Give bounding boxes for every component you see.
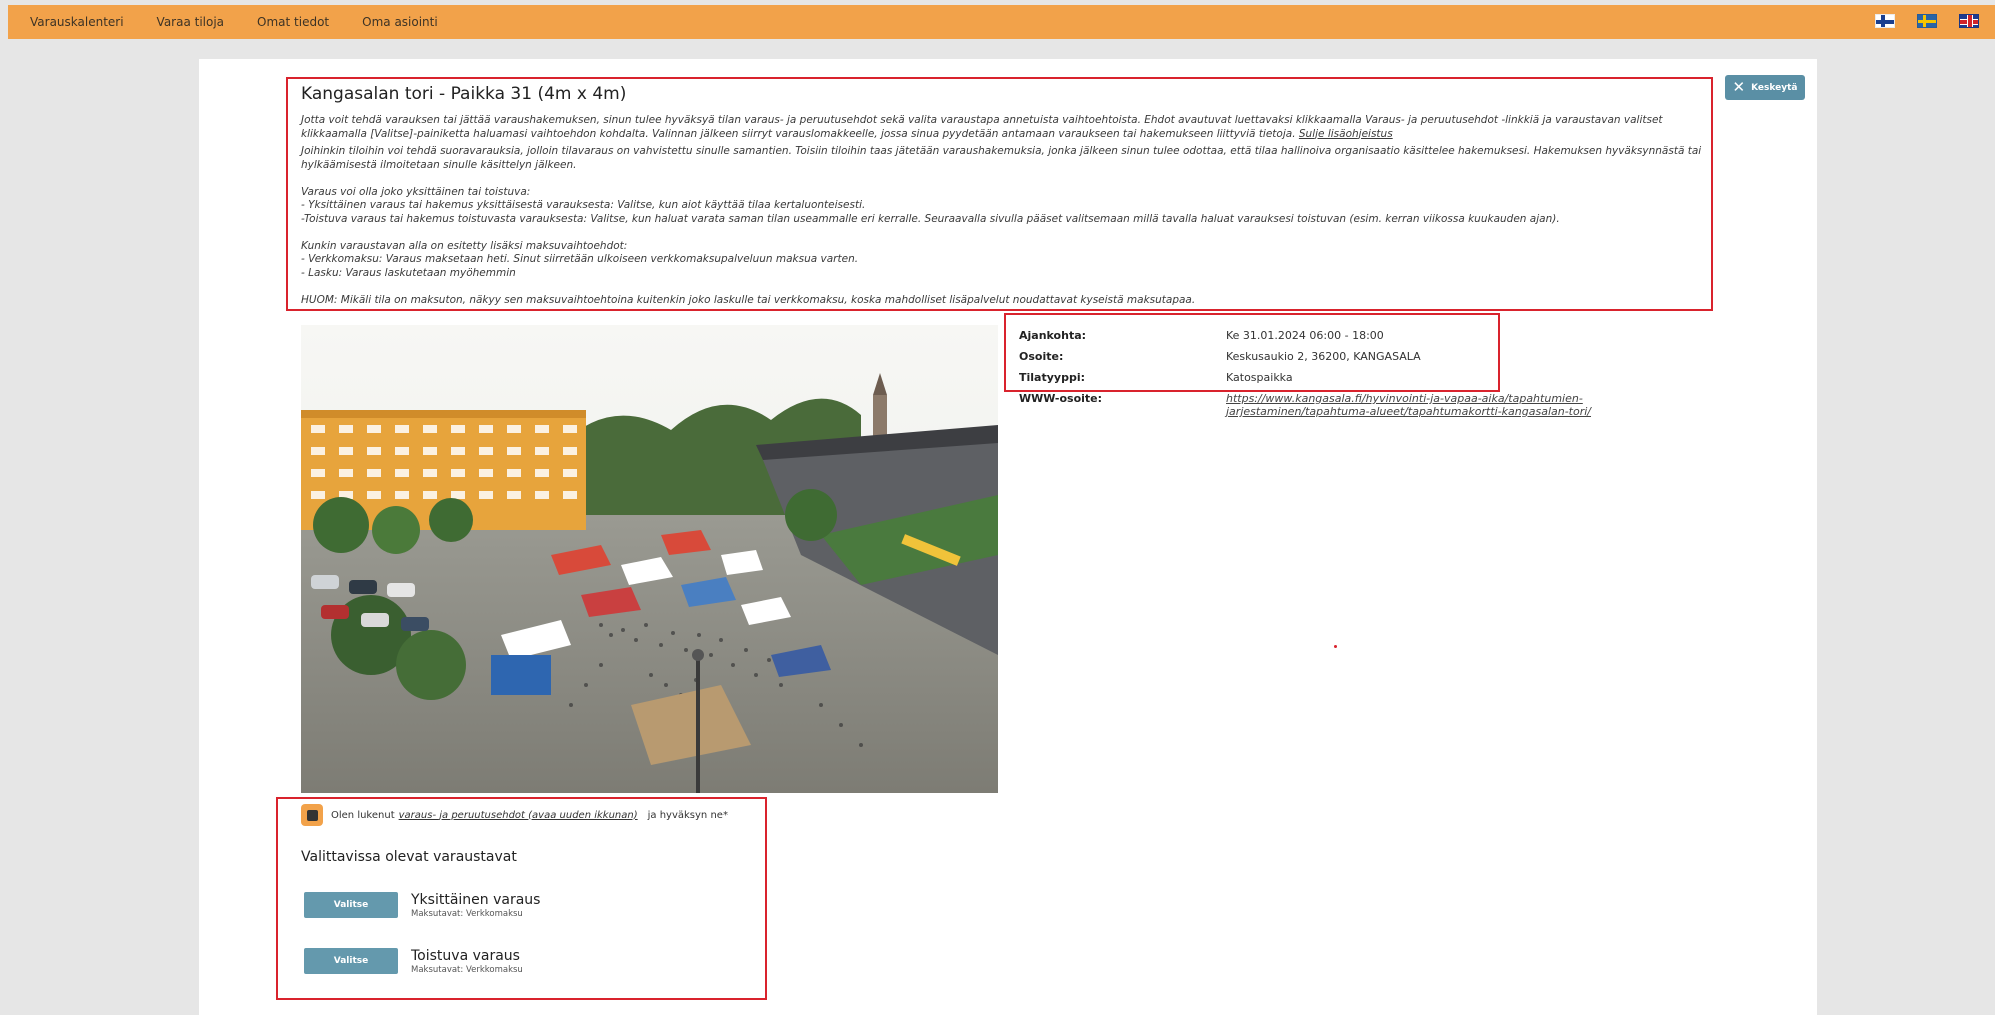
red-dot-marker	[1334, 645, 1337, 648]
instructions-paragraph: - Yksittäinen varaus tai hakemus yksittä…	[301, 199, 866, 211]
time-value: Ke 31.01.2024 06:00 - 18:00	[1226, 329, 1384, 342]
instructions-paragraph: - Verkkomaksu: Varaus maksetaan heti. Si…	[301, 253, 859, 265]
instructions-paragraph: - Lasku: Varaus laskutetaan myöhemmin	[301, 266, 516, 279]
fi-flag-icon[interactable]	[1875, 14, 1895, 28]
cancel-button[interactable]: ✕ Keskeytä	[1725, 75, 1805, 100]
terms-acceptance: Olen lukenut varaus- ja peruutusehdot (a…	[301, 804, 728, 826]
instructions-paragraph: HUOM: Mikäli tila on maksuton, näkyy sen…	[301, 293, 1196, 306]
terms-link[interactable]: varaus- ja peruutusehdot (avaa uuden ikk…	[399, 810, 638, 821]
cancel-button-label: Keskeytä	[1751, 82, 1798, 93]
type-value: Katospaikka	[1226, 371, 1293, 384]
type-label: Tilatyyppi:	[1019, 371, 1085, 384]
address-value: Keskusaukio 2, 36200, KANGASALA	[1226, 350, 1421, 363]
top-navigation-bar: Varauskalenteri Varaa tiloja Omat tiedot…	[8, 5, 1995, 39]
instructions-paragraph: -Toistuva varaus tai hakemus toistuvasta…	[301, 212, 1560, 225]
main-nav: Varauskalenteri Varaa tiloja Omat tiedot…	[30, 5, 471, 39]
sv-flag-icon[interactable]	[1917, 14, 1937, 28]
nav-item-omat-tiedot[interactable]: Omat tiedot	[257, 15, 329, 29]
instructions-paragraph: Kunkin varaustavan alla on esitetty lisä…	[301, 239, 628, 252]
instructions-paragraph: Jotta voit tehdä varauksen tai jättää va…	[301, 114, 1709, 141]
venue-photo	[301, 325, 998, 793]
market-square-photo	[301, 325, 998, 793]
close-icon: ✕	[1732, 78, 1746, 96]
nav-item-varaa-tiloja[interactable]: Varaa tiloja	[157, 15, 225, 29]
select-single-button[interactable]: Valitse	[304, 892, 398, 918]
terms-prefix: Olen lukenut	[331, 809, 395, 821]
instructions-paragraph: Varaus voi olla joko yksittäinen tai toi…	[301, 185, 531, 198]
time-label: Ajankohta:	[1019, 329, 1087, 342]
instructions-text: Jotta voit tehdä varauksen tai jättää va…	[301, 114, 1663, 140]
option-title: Yksittäinen varaus	[411, 892, 541, 908]
checkbox-mark	[306, 809, 318, 821]
terms-checkbox[interactable]	[301, 804, 323, 826]
nav-item-varauskalenteri[interactable]: Varauskalenteri	[30, 15, 124, 29]
hide-instructions-link[interactable]: Sulje lisäohjeistus	[1299, 128, 1393, 140]
option-payment: Maksutavat: Verkkomaksu	[411, 965, 523, 975]
option-payment: Maksutavat: Verkkomaksu	[411, 909, 523, 919]
www-label: WWW-osoite:	[1019, 392, 1103, 405]
instructions: Jotta voit tehdä varauksen tai jättää va…	[301, 114, 1709, 307]
terms-suffix: ja hyväksyn ne*	[647, 809, 728, 821]
page-title: Kangasalan tori - Paikka 31 (4m x 4m)	[301, 84, 627, 104]
instructions-paragraph: Joihinkin tiloihin voi tehdä suoravarauk…	[301, 145, 1702, 171]
options-title: Valittavissa olevat varaustavat	[301, 849, 517, 865]
nav-item-oma-asiointi[interactable]: Oma asiointi	[362, 15, 438, 29]
select-recurring-button[interactable]: Valitse	[304, 948, 398, 974]
en-flag-icon[interactable]	[1959, 14, 1979, 28]
www-link[interactable]: https://www.kangasala.fi/hyvinvointi-ja-…	[1226, 392, 1646, 418]
option-title: Toistuva varaus	[411, 948, 520, 964]
language-selector	[1875, 14, 1979, 28]
address-label: Osoite:	[1019, 350, 1064, 363]
